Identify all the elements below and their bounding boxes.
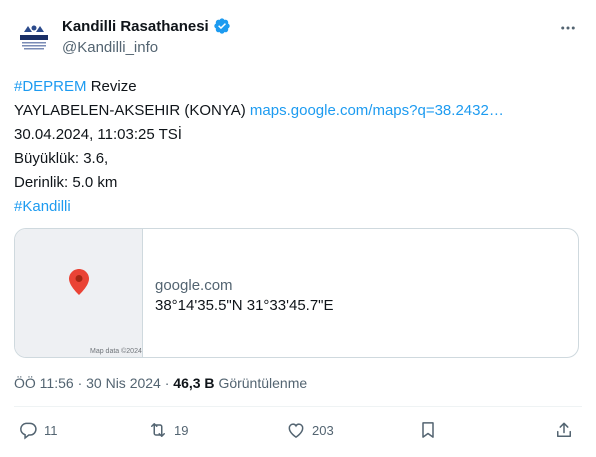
divider <box>14 406 582 407</box>
card-text-block: google.com 38°14'35.5"N 31°33'45.7"E <box>143 229 334 357</box>
meta-separator: · <box>164 375 170 391</box>
share-button[interactable] <box>554 420 574 440</box>
more-dots-icon <box>561 26 575 30</box>
location-text: YAYLABELEN-AKSEHIR (KONYA) <box>14 102 250 119</box>
hashtag-kandilli-link[interactable]: #Kandilli <box>14 198 71 215</box>
verified-badge-icon[interactable] <box>213 17 231 35</box>
tweet-date[interactable]: 30 Nis 2024 <box>86 375 161 391</box>
author-display-name[interactable]: Kandilli Rasathanesi <box>62 18 209 35</box>
views-count: 46,3 B <box>173 375 215 391</box>
link-preview-card[interactable]: Map data ©2024 google.com 38°14'35.5"N 3… <box>14 228 579 358</box>
reply-icon <box>20 422 37 440</box>
maps-link[interactable]: maps.google.com/maps?q=38.2432… <box>250 102 504 119</box>
hashtag-deprem-link[interactable]: #DEPREM <box>14 78 87 95</box>
depth-text: Derinlik: 5.0 km <box>14 174 118 191</box>
card-title: 38°14'35.5"N 31°33'45.7"E <box>155 297 334 314</box>
views-label: Görüntülenme <box>218 375 308 391</box>
tweet-line-2: YAYLABELEN-AKSEHIR (KONYA) maps.google.c… <box>14 99 584 123</box>
map-thumbnail[interactable]: Map data ©2024 <box>15 229 143 357</box>
repost-icon <box>151 423 165 437</box>
avatar[interactable] <box>14 16 54 56</box>
tweet-meta: ÖÖ 11:56 · 30 Nis 2024 · 46,3 B Görüntül… <box>14 375 307 391</box>
bookmark-button[interactable] <box>418 420 438 440</box>
author-handle[interactable]: @Kandilli_info <box>62 39 158 56</box>
tweet-line-1: #DEPREM Revize <box>14 75 584 99</box>
magnitude-text: Büyüklük: 3.6, <box>14 150 109 167</box>
repost-button[interactable]: 19 <box>148 420 188 440</box>
reply-button[interactable]: 11 <box>18 420 58 440</box>
revize-text: Revize <box>86 78 137 95</box>
map-pin-icon <box>69 269 89 295</box>
like-count: 203 <box>312 422 334 438</box>
datetime-text: 30.04.2024, 11:03:25 TSİ <box>14 126 182 143</box>
tweet-actions: 11 19 203 <box>14 420 574 448</box>
meta-separator: · <box>77 375 83 391</box>
more-options-button[interactable] <box>558 18 578 38</box>
like-button[interactable]: 203 <box>286 420 334 440</box>
card-domain: google.com <box>155 277 233 294</box>
repost-count: 19 <box>174 422 189 438</box>
heart-icon <box>288 423 304 438</box>
share-icon <box>557 422 571 437</box>
bookmark-icon <box>422 422 434 438</box>
tweet-text: #DEPREM Revize YAYLABELEN-AKSEHIR (KONYA… <box>14 75 584 219</box>
reply-count: 11 <box>44 422 58 438</box>
tweet-line-6: #Kandilli <box>14 195 584 219</box>
tweet-time[interactable]: ÖÖ 11:56 <box>14 375 74 391</box>
kandilli-logo-icon <box>14 16 54 56</box>
map-credit-text: Map data ©2024 <box>90 348 142 355</box>
author-row: Kandilli Rasathanesi <box>62 17 231 35</box>
